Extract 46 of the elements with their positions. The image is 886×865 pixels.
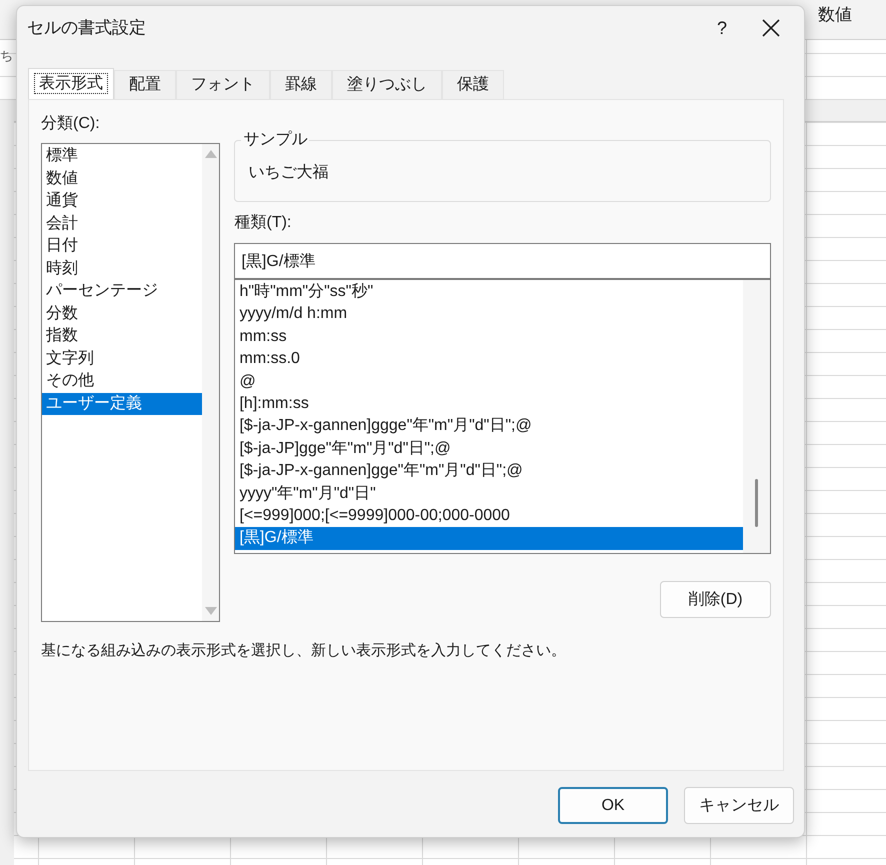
column-header-text: 数値 <box>818 4 852 26</box>
type-item[interactable]: [黒]G/標準 <box>235 527 743 550</box>
category-item[interactable]: 数値 <box>42 168 202 190</box>
delete-button[interactable]: 削除(D) <box>660 581 771 618</box>
category-item[interactable]: 指数 <box>42 325 202 348</box>
type-item[interactable]: @ <box>235 370 743 394</box>
type-item[interactable]: yyyy"年"m"月"d"日" <box>235 482 743 506</box>
type-item[interactable]: [$-ja-JP]gge"年"m"月"d"日";@ <box>235 438 743 460</box>
type-item[interactable]: mm:ss.0 <box>235 348 743 371</box>
tab[interactable]: フォント <box>176 70 270 99</box>
close-icon <box>762 19 780 37</box>
dialog-button[interactable]: OK <box>558 787 668 824</box>
category-item[interactable]: 分数 <box>42 302 202 325</box>
tab[interactable]: 塗りつぶし <box>332 70 442 99</box>
dialog-button[interactable]: キャンセル <box>684 787 794 824</box>
scrollbar-thumb[interactable] <box>755 479 758 527</box>
description-text: 基になる組み込みの表示形式を選択し、新しい表示形式を入力してください。 <box>41 641 567 661</box>
category-item[interactable]: 日付 <box>42 235 202 258</box>
type-item[interactable]: [$-ja-JP-x-gannen]gge"年"m"月"d"日";@ <box>235 460 743 483</box>
category-item[interactable]: 時刻 <box>42 258 202 280</box>
category-item[interactable]: ユーザー定義 <box>42 392 202 415</box>
category-item[interactable]: パーセンテージ <box>42 280 202 302</box>
tab[interactable]: 罫線 <box>270 70 332 99</box>
type-item[interactable]: [h]:mm:ss <box>235 393 743 416</box>
help-button[interactable]: ? <box>702 12 742 44</box>
type-item[interactable]: [$-ja-JP-x-gannen]ggge"年"m"月"d"日";@ <box>235 415 743 438</box>
type-item[interactable]: [<=999]000;[<=9999]000-00;000-0000 <box>235 505 743 528</box>
category-item[interactable]: その他 <box>42 370 202 392</box>
window-title: セルの書式設定 <box>27 17 146 40</box>
type-item[interactable]: yyyy/m/d h:mm <box>235 303 743 326</box>
category-item[interactable]: 標準 <box>42 145 202 168</box>
category-item[interactable]: 通貨 <box>42 190 202 212</box>
type-item[interactable]: h"時"mm"分"ss"秒" <box>235 281 743 304</box>
tab[interactable]: 保護 <box>442 70 504 99</box>
category-item[interactable]: 会計 <box>42 212 202 235</box>
type-input-field[interactable]: [黒]G/標準 <box>234 243 771 279</box>
category-item[interactable]: 文字列 <box>42 348 202 370</box>
scroll-up-icon <box>204 150 217 158</box>
tab[interactable]: 表示形式 <box>28 68 114 99</box>
type-item[interactable]: mm:ss <box>235 326 743 348</box>
tab[interactable]: 配置 <box>114 70 176 99</box>
sample-value: いちご大福 <box>248 164 328 181</box>
type-label: 種類(T): <box>234 213 292 233</box>
cell-text: ち <box>0 47 13 65</box>
category-label: 分類(C): <box>41 114 101 134</box>
scroll-down-icon <box>204 607 217 615</box>
